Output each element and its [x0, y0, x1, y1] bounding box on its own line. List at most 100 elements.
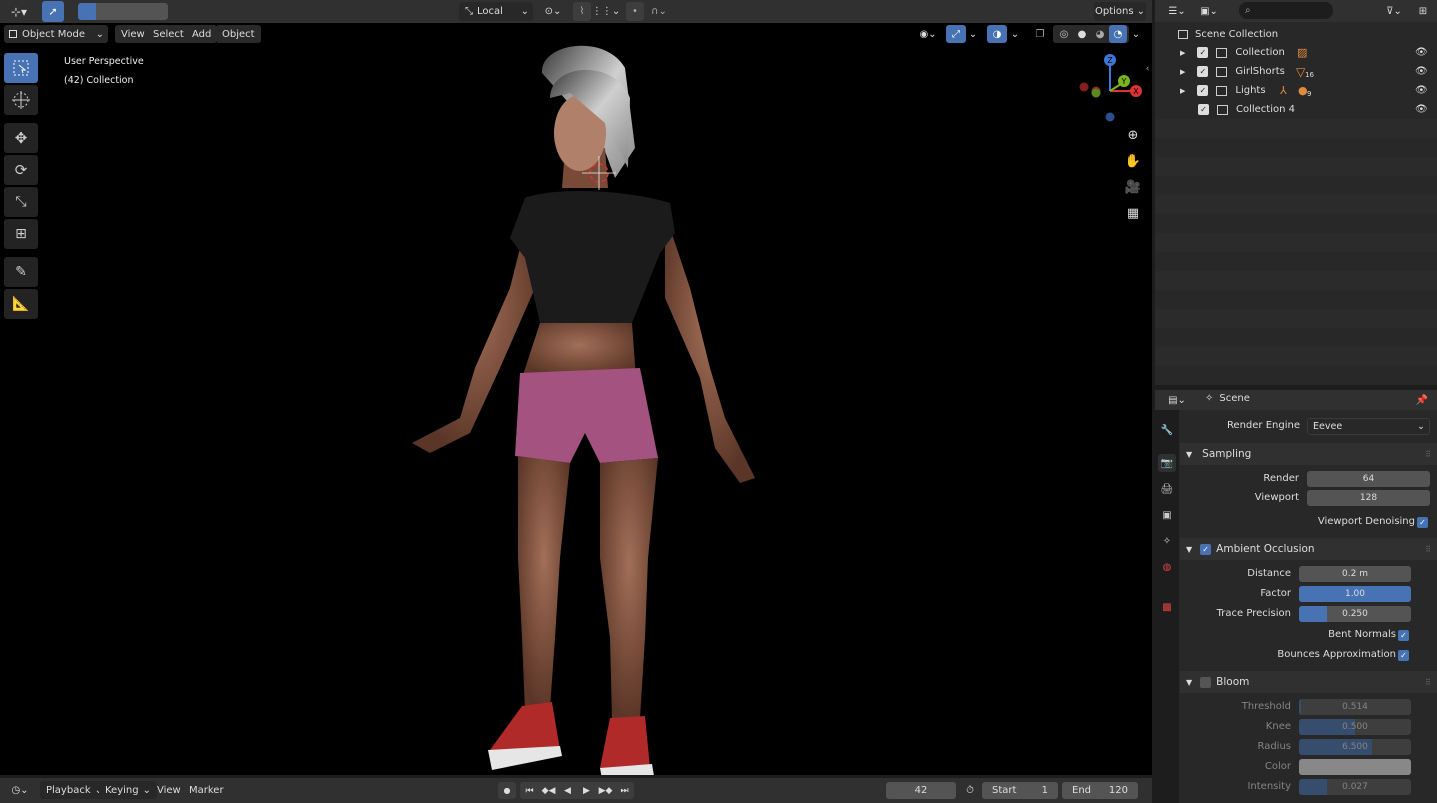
options-dropdown[interactable]: Options ⌄	[1094, 2, 1146, 21]
mode-dropdown[interactable]: Object Mode ⌄	[4, 25, 108, 43]
annotate-tool-icon[interactable]: ✎	[4, 257, 38, 287]
wireframe-shading-icon[interactable]: ◎	[1055, 25, 1073, 43]
bloom-color-swatch[interactable]	[1299, 759, 1411, 775]
jump-end-icon[interactable]: ⏭	[615, 782, 634, 799]
scale-tool-icon[interactable]: ⤡	[4, 187, 38, 217]
current-frame-field[interactable]: 42	[886, 782, 956, 799]
exclude-checkbox[interactable]: ✓	[1197, 47, 1209, 58]
eye-icon[interactable]: 👁	[1415, 104, 1428, 115]
ao-enable-checkbox[interactable]: ✓	[1200, 543, 1212, 555]
eye-icon[interactable]: 👁	[1415, 47, 1428, 58]
record-button-icon[interactable]: ●	[498, 782, 516, 799]
3d-viewport[interactable]: Object Mode ⌄ View Select Add Object ◉⌄ …	[0, 23, 1152, 775]
character-model[interactable]	[400, 38, 780, 775]
outliner-editor-icon[interactable]: ☰⌄	[1163, 2, 1191, 20]
camera-view-icon[interactable]: 🎥	[1122, 176, 1144, 198]
transform-orientation-dropdown[interactable]: ⤡ Local ⌄	[459, 2, 533, 21]
menu-select[interactable]: Select	[147, 25, 190, 43]
viewport-denoising-checkbox[interactable]: ✓	[1417, 517, 1428, 528]
select-box-tool-icon[interactable]	[4, 53, 38, 83]
ao-factor-slider[interactable]: 1.00	[1299, 586, 1411, 602]
ao-distance-field[interactable]: 0.2 m	[1299, 566, 1411, 582]
new-collection-icon[interactable]: ⊞	[1413, 2, 1433, 20]
start-frame-field[interactable]: Start 1	[982, 782, 1058, 799]
ortho-toggle-icon[interactable]: ▦	[1122, 202, 1144, 224]
exclude-checkbox[interactable]: ✓	[1197, 66, 1209, 77]
select-invert-icon[interactable]	[132, 3, 150, 20]
properties-editor-icon[interactable]: ▤⌄	[1163, 391, 1191, 409]
proportional-edit-icon[interactable]: •	[626, 2, 644, 21]
outliner-row-lights[interactable]: ▶ ✓ Lights ⅄ ● 9 👁	[1155, 81, 1437, 100]
outliner-row-collection[interactable]: ▶ ✓ Collection ▨ 👁	[1155, 43, 1437, 62]
overlay-toggle-icon[interactable]: ◑	[987, 25, 1007, 43]
measure-tool-icon[interactable]: 📐	[4, 289, 38, 319]
xray-toggle-icon[interactable]: ❐	[1031, 25, 1049, 43]
visibility-icon[interactable]: ◉⌄	[913, 25, 943, 43]
rendered-shading-icon[interactable]: ◔	[1109, 25, 1127, 43]
play-reverse-icon[interactable]: ◀	[558, 782, 577, 799]
move-tool-icon[interactable]: ✥	[4, 123, 38, 153]
solid-shading-icon[interactable]: ●	[1073, 25, 1091, 43]
menu-view[interactable]: View	[115, 25, 151, 43]
render-engine-dropdown[interactable]: Eevee ⌄	[1307, 418, 1430, 435]
pin-icon[interactable]: 📌	[1413, 391, 1431, 409]
menu-keying[interactable]: Keying ⌄	[99, 781, 157, 799]
menu-view-timeline[interactable]: View	[151, 781, 187, 799]
sampling-viewport-field[interactable]: 128	[1307, 490, 1430, 506]
select-intersect-icon[interactable]	[150, 3, 168, 20]
sampling-render-field[interactable]: 64	[1307, 471, 1430, 487]
ao-bounces-checkbox[interactable]: ✓	[1398, 650, 1409, 661]
select-new-icon[interactable]	[78, 3, 96, 20]
outliner-row-scene-collection[interactable]: Scene Collection	[1155, 25, 1437, 44]
outliner-row-collection-4[interactable]: ✓ Collection 4 👁	[1155, 100, 1437, 119]
pan-hand-icon[interactable]: ✋	[1122, 150, 1144, 172]
drag-handle-icon[interactable]: ⠿	[1425, 450, 1431, 459]
select-subtract-icon[interactable]	[114, 3, 132, 20]
bloom-radius-slider[interactable]: 6.500	[1299, 739, 1411, 755]
sampling-panel-header[interactable]: ▼ Sampling ⠿	[1180, 443, 1437, 465]
falloff-icon[interactable]: ∩⌄	[646, 2, 672, 21]
select-extend-icon[interactable]	[96, 3, 114, 20]
outliner-search-field[interactable]: ⌕	[1239, 2, 1333, 19]
shading-dropdown-icon[interactable]: ⌄	[1129, 25, 1143, 43]
filter-icon[interactable]: ⊽⌄	[1380, 2, 1408, 20]
rotate-tool-icon[interactable]: ⟳	[4, 155, 38, 185]
disclosure-triangle-icon[interactable]: ▶	[1180, 87, 1185, 95]
ao-trace-slider[interactable]: 0.250	[1299, 606, 1411, 622]
snap-target-icon[interactable]: ⋮⋮⌄	[592, 2, 620, 21]
menu-marker[interactable]: Marker	[183, 781, 230, 799]
pivot-point-icon[interactable]: ⊙⌄	[540, 2, 566, 21]
overlay-dropdown-icon[interactable]: ⌄	[1008, 25, 1022, 43]
snap-toggle-icon[interactable]: ⌇	[573, 2, 591, 21]
material-shading-icon[interactable]: ◕	[1091, 25, 1109, 43]
cursor-tool-icon[interactable]	[4, 85, 38, 115]
eye-icon[interactable]: 👁	[1415, 85, 1428, 96]
zoom-icon[interactable]: ⊕	[1122, 124, 1144, 146]
exclude-checkbox[interactable]: ✓	[1198, 104, 1209, 115]
menu-object[interactable]: Object	[216, 25, 261, 43]
navigation-gizmo[interactable]: Z Y X	[1074, 50, 1146, 122]
drag-handle-icon[interactable]: ⠿	[1425, 678, 1431, 687]
select-tool-icon[interactable]: ➚	[42, 1, 64, 22]
drag-handle-icon[interactable]: ⠿	[1425, 545, 1431, 554]
output-tab-icon[interactable]: 🖨	[1158, 480, 1176, 498]
disclosure-triangle-icon[interactable]: ▶	[1180, 68, 1185, 76]
sidebar-toggle-icon[interactable]: ‹	[1143, 62, 1152, 76]
display-mode-icon[interactable]: ▣⌄	[1195, 2, 1223, 20]
disclosure-triangle-icon[interactable]: ▶	[1180, 49, 1185, 57]
play-icon[interactable]: ▶	[577, 782, 596, 799]
tool-tab-icon[interactable]: 🔧	[1158, 421, 1176, 439]
eye-icon[interactable]: 👁	[1415, 66, 1428, 77]
bloom-intensity-slider[interactable]: 0.027	[1299, 779, 1411, 795]
jump-start-icon[interactable]: ⏮	[520, 782, 539, 799]
bloom-panel-header[interactable]: ▼ Bloom ⠿	[1180, 671, 1437, 693]
timeline-editor-icon[interactable]: ◷⌄	[6, 781, 34, 800]
bloom-knee-slider[interactable]: 0.500	[1299, 719, 1411, 735]
transform-tool-icon[interactable]: ⊞	[4, 219, 38, 249]
bloom-threshold-slider[interactable]: 0.514	[1299, 699, 1411, 715]
editor-type-button[interactable]: ⊹▾	[4, 2, 34, 21]
menu-add[interactable]: Add	[186, 25, 218, 43]
view-layer-tab-icon[interactable]: ▣	[1158, 506, 1176, 524]
outliner-row-girlshorts[interactable]: ▶ ✓ GirlShorts ▽ 16 👁	[1155, 62, 1437, 81]
next-keyframe-icon[interactable]: ▶◆	[596, 782, 615, 799]
